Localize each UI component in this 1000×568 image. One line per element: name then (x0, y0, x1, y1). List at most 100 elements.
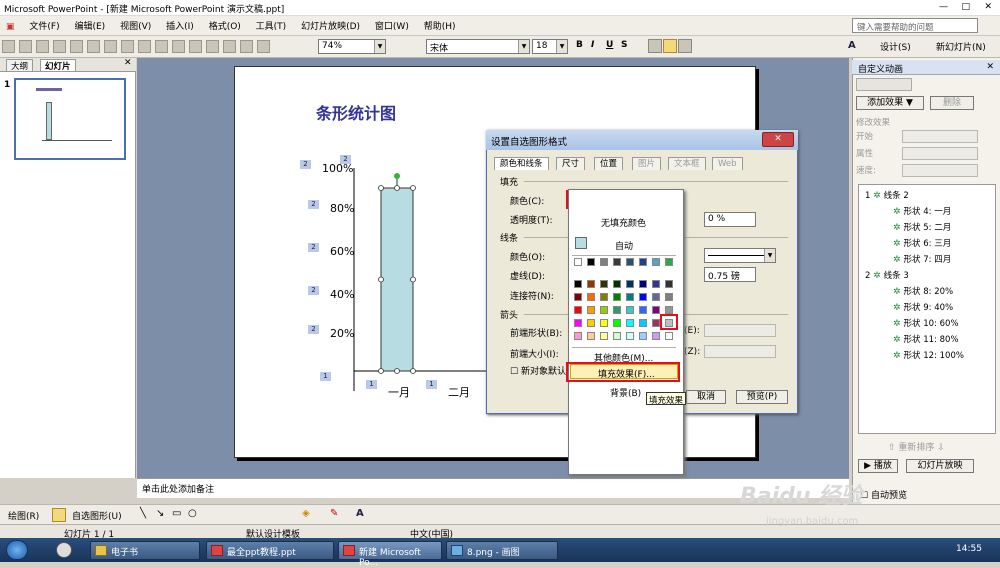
list-item[interactable]: ✲ 形状 10: 60% (893, 317, 959, 329)
slide-thumbnail[interactable] (14, 78, 126, 160)
open-icon[interactable] (19, 40, 32, 53)
color-swatch[interactable] (613, 280, 621, 288)
arrow-tool-icon[interactable]: ↘ (156, 508, 164, 519)
table-icon[interactable] (240, 40, 253, 53)
close-icon[interactable]: ✕ (986, 62, 994, 72)
menu-format[interactable]: 格式(O) (203, 16, 247, 32)
rotate-handle[interactable] (394, 173, 400, 179)
shadow-button[interactable]: S (621, 40, 627, 50)
start-combo[interactable] (902, 130, 978, 143)
color-swatch[interactable] (587, 332, 595, 340)
menu-edit[interactable]: 编辑(E) (68, 16, 111, 32)
line-tool-icon[interactable]: ╲ (140, 508, 146, 519)
color-swatch[interactable] (613, 319, 621, 327)
tab-size[interactable]: 尺寸 (556, 157, 586, 170)
anim-marker[interactable]: 2 (308, 325, 319, 334)
app-k-icon[interactable] (56, 542, 72, 558)
resize-handle[interactable] (378, 368, 384, 374)
format-painter-icon[interactable] (172, 40, 185, 53)
anim-marker[interactable]: 2 (340, 155, 351, 164)
save-icon[interactable] (36, 40, 49, 53)
color-swatch[interactable] (665, 332, 673, 340)
play-button[interactable]: ▶ 播放 (858, 459, 898, 473)
list-item[interactable]: 2 ✲ 线条 3 (865, 269, 909, 281)
menu-help[interactable]: 帮助(H) (418, 16, 462, 32)
menu-file[interactable]: 文件(F) (23, 16, 65, 32)
resize-handle[interactable] (394, 368, 400, 374)
print-icon[interactable] (70, 40, 83, 53)
maximize-button[interactable]: □ (961, 2, 970, 12)
resize-handle[interactable] (378, 276, 384, 283)
cancel-button[interactable]: 取消 (686, 390, 726, 404)
list-item[interactable]: ✲ 形状 11: 80% (893, 333, 959, 345)
menu-tools[interactable]: 工具(T) (250, 16, 293, 32)
taskbar-item[interactable]: 8.png - 画图 (446, 541, 558, 560)
taskbar-item[interactable]: 电子书 (90, 541, 200, 560)
anim-marker[interactable]: 2 (308, 200, 319, 209)
task-pane-nav[interactable] (856, 78, 912, 91)
color-swatch[interactable] (600, 258, 608, 266)
color-swatch[interactable] (652, 332, 660, 340)
remove-effect-button[interactable]: 删除 (930, 96, 974, 110)
font-combo[interactable]: 宋体 ▼ (426, 39, 530, 54)
taskbar-item[interactable]: 最全ppt教程.ppt (206, 541, 334, 560)
help-search-input[interactable]: 键入需要帮助的问题 (852, 18, 978, 33)
rectangle-tool-icon[interactable]: ▭ (172, 508, 181, 519)
list-item[interactable]: 1 ✲ 线条 2 (865, 189, 909, 201)
color-swatch[interactable] (574, 306, 582, 314)
list-item[interactable]: ✲ 形状 7: 四月 (893, 253, 951, 265)
tab-slides[interactable]: 幻灯片 (40, 59, 76, 72)
resize-handle[interactable] (410, 368, 416, 374)
align-center-icon[interactable] (663, 39, 677, 53)
color-swatch[interactable] (665, 293, 673, 301)
color-swatch[interactable] (639, 293, 647, 301)
list-item[interactable]: ✲ 形状 9: 40% (893, 301, 953, 313)
auto-option[interactable]: 自动 (615, 239, 633, 252)
color-swatch[interactable] (652, 306, 660, 314)
property-combo[interactable] (902, 147, 978, 160)
zoom-combo[interactable]: 74% ▼ (318, 39, 386, 54)
redo-icon[interactable] (206, 40, 219, 53)
autoshape-menu[interactable]: 自选图形(U) (72, 509, 122, 522)
transparency-input[interactable]: 0 % (704, 212, 756, 227)
color-swatch[interactable] (574, 319, 582, 327)
resize-handle[interactable] (410, 276, 416, 283)
color-swatch[interactable] (626, 280, 634, 288)
spell-icon[interactable] (104, 40, 117, 53)
line-color-icon[interactable]: ✎ (330, 508, 338, 519)
end-style-combo[interactable] (704, 324, 776, 337)
color-swatch[interactable] (626, 258, 634, 266)
font-size-combo[interactable]: 18 ▼ (532, 39, 568, 54)
italic-button[interactable]: I (591, 40, 594, 50)
color-swatch[interactable] (639, 280, 647, 288)
font-color-button[interactable]: A (848, 40, 856, 51)
permission-icon[interactable] (53, 40, 66, 53)
color-swatch[interactable] (652, 258, 660, 266)
color-swatch[interactable] (600, 319, 608, 327)
color-swatch[interactable] (600, 293, 608, 301)
color-swatch[interactable] (665, 258, 673, 266)
anim-marker[interactable]: 1 (320, 372, 331, 381)
color-swatch[interactable] (574, 332, 582, 340)
resize-handle[interactable] (394, 185, 400, 191)
minimize-button[interactable]: — (939, 2, 948, 12)
list-item[interactable]: ✲ 形状 6: 三月 (893, 237, 951, 249)
autopreview-checkbox[interactable]: ☐ 自动预览 (860, 488, 907, 501)
undo-icon[interactable] (189, 40, 202, 53)
color-swatch[interactable] (574, 280, 582, 288)
underline-button[interactable]: U (606, 40, 613, 50)
list-item[interactable]: ✲ 形状 8: 20% (893, 285, 953, 297)
color-swatch[interactable] (587, 319, 595, 327)
design-button[interactable]: 设计(S) (880, 40, 911, 53)
copy-icon[interactable] (138, 40, 151, 53)
line-style-combo[interactable]: ▼ (704, 248, 776, 263)
color-swatch[interactable] (639, 306, 647, 314)
bar-0[interactable] (380, 187, 414, 372)
color-grid[interactable] (572, 258, 680, 344)
background-option[interactable]: 背景(B) (610, 386, 641, 399)
color-swatch[interactable] (587, 258, 595, 266)
color-swatch[interactable] (639, 319, 647, 327)
color-swatch[interactable] (652, 280, 660, 288)
start-button[interactable] (6, 540, 28, 560)
color-swatch[interactable] (574, 258, 582, 266)
